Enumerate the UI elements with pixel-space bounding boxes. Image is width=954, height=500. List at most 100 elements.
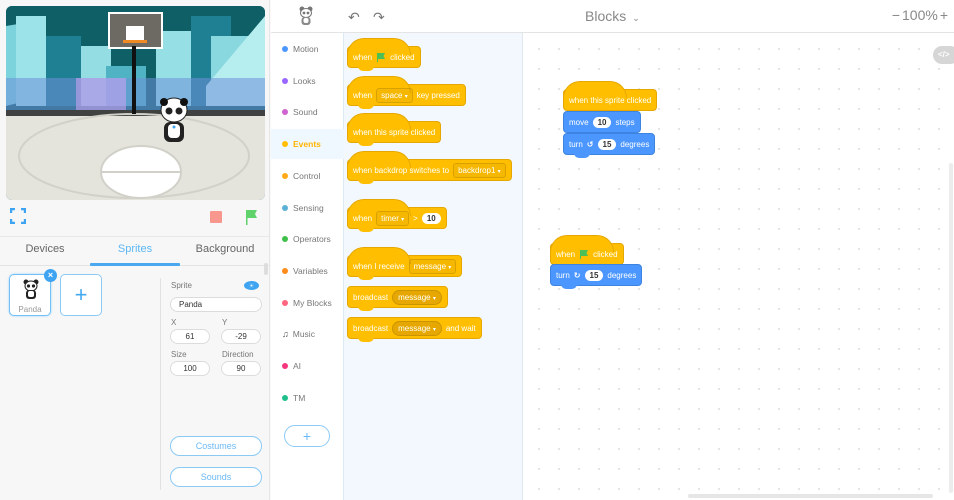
sensor-dropdown[interactable]: timer ▾ [376,210,410,226]
message-dropdown[interactable]: message ▾ [392,289,442,305]
add-extension-button[interactable]: + [284,425,330,447]
block-categories: Motion Looks Sound Events Control Sensing Oper… [271,33,344,500]
category-operators[interactable]: Operators [271,224,344,254]
tab-background[interactable]: Background [180,237,270,265]
block-broadcast[interactable]: broadcast message ▾ [347,286,448,311]
sprite-name-input[interactable]: Panda [170,297,262,312]
block-text: when I receive [353,261,405,271]
sounds-button[interactable]: Sounds [170,467,262,487]
category-dot-icon [282,394,288,401]
size-label: Size [171,350,187,359]
y-input[interactable]: -29 [221,329,261,344]
script1-hat-when-sprite-clicked[interactable]: when this sprite clicked [563,81,658,111]
value-input[interactable]: 10 [421,212,441,224]
block-when-i-receive[interactable]: when I receive message ▾ [347,247,463,280]
degrees-input[interactable]: 15 [597,138,617,150]
block-when-sprite-clicked[interactable]: when this sprite clicked [347,113,442,146]
size-input[interactable]: 100 [170,361,210,376]
workspace-vertical-scrollbar[interactable] [949,163,953,493]
fullscreen-button[interactable] [9,207,27,225]
category-label: Events [293,139,321,150]
block-text: degrees [607,270,637,280]
category-looks[interactable]: Looks [271,66,344,96]
block-text: broadcast [353,292,389,302]
rotate-left-icon: ↺ [586,139,594,149]
block-broadcast-and-wait[interactable]: broadcast message ▾ and wait [347,317,482,342]
block-text: move [569,117,589,127]
message-dropdown[interactable]: message ▾ [392,320,442,336]
block-when-key-pressed[interactable]: when space ▾ key pressed [347,76,466,109]
dropdown-arrow-icon: ▾ [404,93,408,100]
category-dot-icon [282,172,288,179]
dropdown-arrow-icon: ▾ [448,264,452,271]
direction-label: Direction [222,350,254,359]
code-workspace[interactable]: </> when this sprite clicked move 10 ste… [523,33,954,500]
undo-button[interactable]: ↶ [348,9,360,26]
category-sound[interactable]: Sound [271,97,344,127]
block-when-sensor-greater[interactable]: when timer ▾ > 10 [347,199,447,232]
dropdown-arrow-icon: ▾ [401,216,405,223]
mode-label: Blocks [585,8,627,24]
category-label: Music [292,329,315,340]
zoom-out-button[interactable]: − [892,7,900,23]
green-flag-button[interactable] [245,209,259,225]
script1-turn-left-block[interactable]: turn ↺ 15 degrees [563,133,656,158]
chevron-down-icon: ⌄ [632,13,640,23]
category-events[interactable]: Events [271,129,344,160]
workspace-horizontal-scrollbar[interactable] [688,494,933,498]
sprite-thumbnail-panda[interactable]: Panda [9,274,51,316]
category-ai[interactable]: AI [271,351,344,381]
block-when-backdrop-switches[interactable]: when backdrop switches to backdrop1 ▾ [347,151,512,184]
block-text: turn [556,270,570,280]
mode-select[interactable]: Blocks ⌄ [585,8,640,24]
redo-button[interactable]: ↷ [373,9,385,26]
script2-hat-when-flag-clicked[interactable]: when clicked [550,235,624,265]
category-dot-icon [282,141,288,148]
direction-input[interactable]: 90 [221,361,261,376]
category-label: Looks [293,75,316,86]
block-when-flag-clicked[interactable]: when clicked [347,38,421,71]
green-flag-icon [580,250,589,259]
category-my-blocks[interactable]: My Blocks [271,288,344,318]
category-tm[interactable]: TM [271,383,344,413]
stage[interactable] [6,6,265,200]
block-text: turn [569,139,583,149]
category-dot-icon [282,267,288,274]
code-toggle-button[interactable]: </> [933,46,954,64]
category-label: Motion [293,44,319,54]
backdrop-dropdown[interactable]: backdrop1 ▾ [453,162,506,178]
sprite-label: Sprite [171,281,192,290]
block-text: degrees [620,139,650,149]
app: Devices Sprites Background Panda × + Spr… [0,0,954,500]
left-panel-scrollbar[interactable] [264,263,268,275]
category-motion[interactable]: Motion [271,34,344,64]
zoom-in-button[interactable]: + [940,7,948,23]
visibility-eye-icon[interactable] [244,281,259,290]
key-dropdown[interactable]: space ▾ [376,87,413,103]
steps-input[interactable]: 10 [592,116,612,128]
degrees-input[interactable]: 15 [584,269,604,281]
block-text: key pressed [416,90,460,100]
category-sensing[interactable]: Sensing [271,193,344,223]
music-note-icon: ♫ [282,329,289,340]
script2-turn-right-block[interactable]: turn ↻ 15 degrees [550,264,643,289]
block-text: when [353,52,373,62]
block-text: clicked [390,52,415,62]
block-text: when [353,90,373,100]
block-text: broadcast [353,323,389,333]
script1-move-block[interactable]: move 10 steps [563,111,641,133]
sprite-list: Panda × + [0,266,160,500]
add-sprite-button[interactable]: + [60,274,102,316]
category-control[interactable]: Control [271,161,344,191]
message-dropdown[interactable]: message ▾ [408,258,457,274]
category-variables[interactable]: Variables [271,256,344,286]
tab-sprites[interactable]: Sprites [90,237,180,266]
dropdown-arrow-icon: ▾ [432,326,436,333]
delete-sprite-button[interactable]: × [44,269,57,282]
costumes-button[interactable]: Costumes [170,436,262,456]
green-flag-icon [377,53,386,62]
x-input[interactable]: 61 [170,329,210,344]
tab-devices[interactable]: Devices [0,237,90,265]
stop-button[interactable] [210,211,222,223]
category-music[interactable]: ♫ Music [271,319,344,349]
